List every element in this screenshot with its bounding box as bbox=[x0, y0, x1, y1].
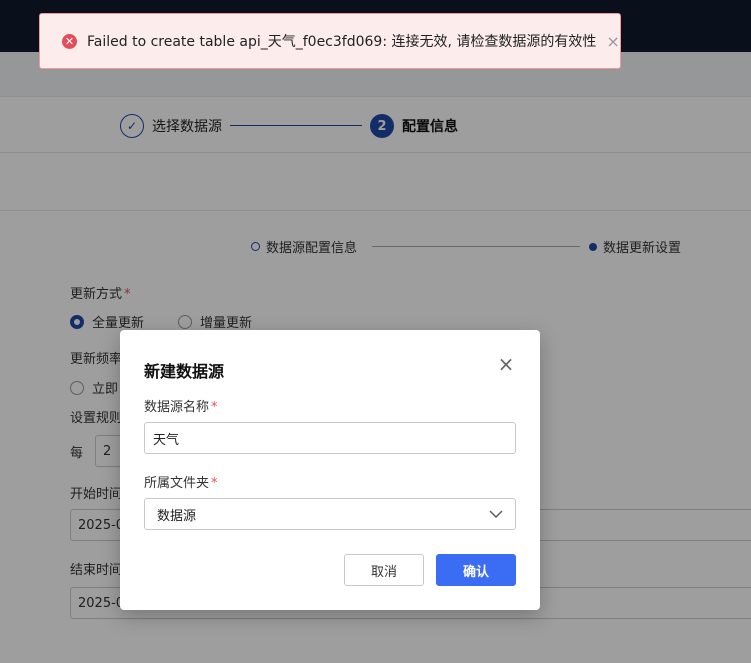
required-mark: * bbox=[211, 400, 218, 415]
close-icon[interactable]: × bbox=[496, 354, 516, 374]
new-datasource-dialog: 新建数据源 × 数据源名称* 所属文件夹* 数据源 取消 确认 bbox=[120, 330, 540, 610]
cancel-button[interactable]: 取消 bbox=[344, 554, 424, 586]
label-text: 数据源名称 bbox=[144, 400, 210, 415]
folder-label: 所属文件夹 * bbox=[144, 472, 218, 491]
dialog-title: 新建数据源 bbox=[144, 362, 225, 381]
folder-select[interactable]: 数据源 bbox=[144, 498, 516, 530]
folder-select-value: 数据源 bbox=[157, 508, 197, 524]
datasource-name-input[interactable] bbox=[144, 422, 516, 454]
toast-message: Failed to create table api_天气_f0ec3fd069… bbox=[87, 34, 597, 50]
confirm-button[interactable]: 确认 bbox=[436, 554, 516, 586]
required-mark: * bbox=[211, 476, 218, 491]
error-icon: ✕ bbox=[62, 33, 77, 49]
name-label: 数据源名称 * bbox=[144, 396, 218, 415]
error-toast: ✕ Failed to create table api_天气_f0ec3fd0… bbox=[39, 13, 621, 69]
close-icon[interactable]: × bbox=[606, 32, 619, 51]
label-text: 所属文件夹 bbox=[144, 476, 210, 491]
chevron-down-icon bbox=[489, 510, 503, 518]
